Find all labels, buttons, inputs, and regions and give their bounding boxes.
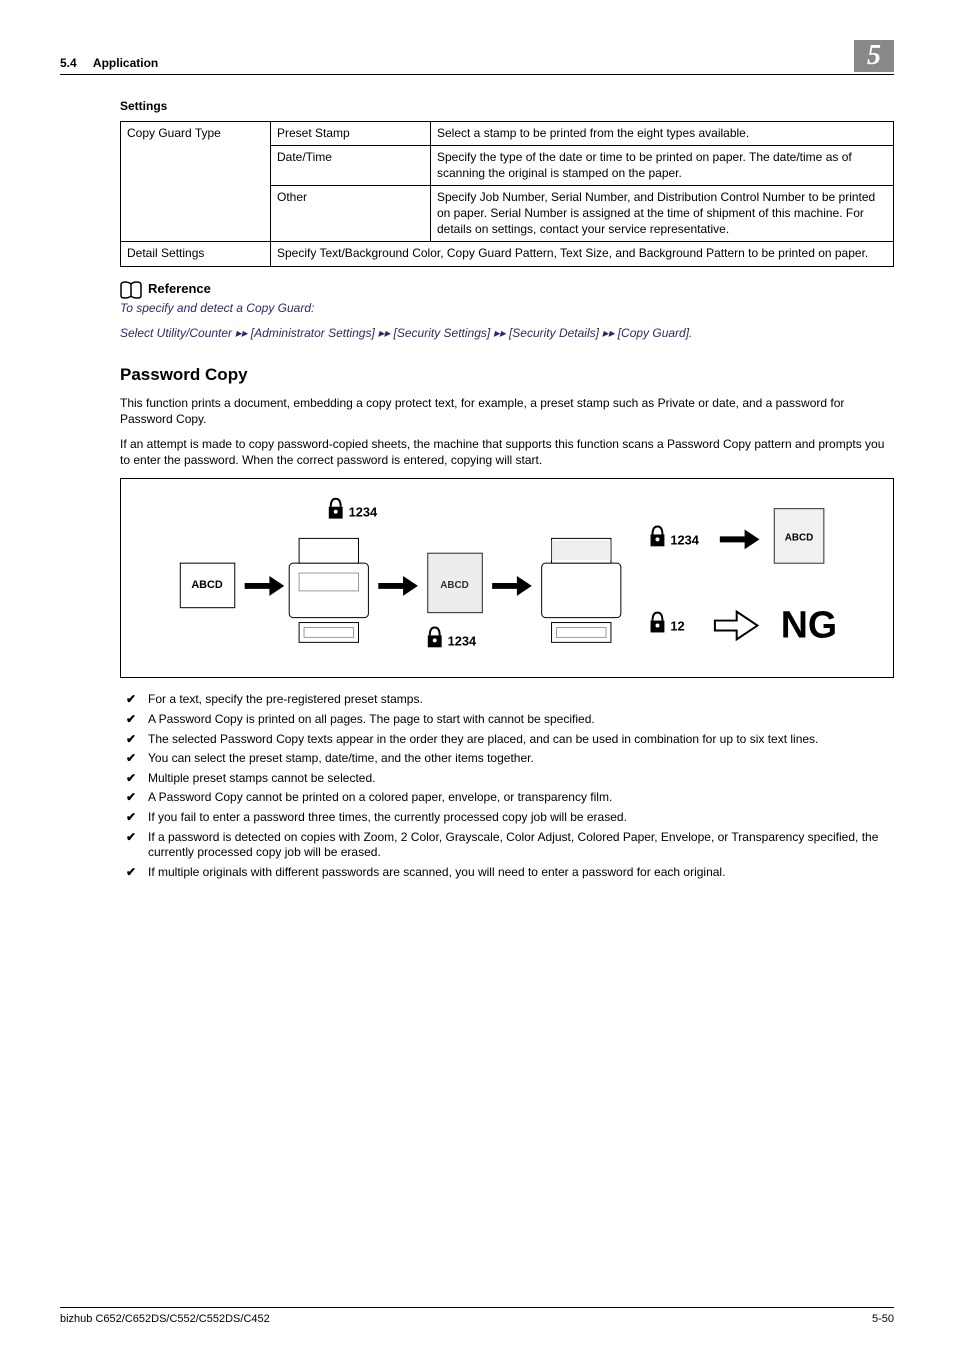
settings-table: Copy Guard Type Preset Stamp Select a st… [120, 121, 894, 267]
footer-page: 5-50 [872, 1312, 894, 1326]
cell-other-desc: Specify Job Number, Serial Number, and D… [431, 186, 894, 242]
diagram-label-abcd: ABCD [191, 579, 223, 591]
reference-line2: Select Utility/Counter ▸▸ [Administrator… [120, 326, 894, 342]
diagram-label-1234: 1234 [448, 634, 477, 649]
diagram-label-abcd: ABCD [440, 580, 469, 591]
cell-date-time: Date/Time [271, 146, 431, 186]
paragraph-1: This function prints a document, embeddi… [120, 396, 894, 427]
cell-date-time-desc: Specify the type of the date or time to … [431, 146, 894, 186]
page-header: 5.4 Application 5 [60, 40, 894, 75]
section-number: 5.4 [60, 56, 77, 70]
list-item: A Password Copy cannot be printed on a c… [120, 790, 894, 806]
table-row: Copy Guard Type Preset Stamp Select a st… [121, 121, 894, 146]
cell-preset-stamp: Preset Stamp [271, 121, 431, 146]
list-item: If you fail to enter a password three ti… [120, 810, 894, 826]
diagram-label-ng: NG [781, 604, 837, 646]
cell-preset-stamp-desc: Select a stamp to be printed from the ei… [431, 121, 894, 146]
list-item: You can select the preset stamp, date/ti… [120, 751, 894, 767]
list-item: A Password Copy is printed on all pages.… [120, 712, 894, 728]
reference-line1: To specify and detect a Copy Guard: [120, 301, 894, 317]
table-row: Detail Settings Specify Text/Background … [121, 242, 894, 267]
section-title: Application [93, 56, 158, 70]
list-item: For a text, specify the pre-registered p… [120, 692, 894, 708]
page-content: Settings Copy Guard Type Preset Stamp Se… [60, 99, 894, 880]
reference-label: Reference [148, 281, 211, 298]
cell-detail-settings: Detail Settings [121, 242, 271, 267]
section-title-password-copy: Password Copy [120, 364, 894, 386]
footer-model: bizhub C652/C652DS/C552/C552DS/C452 [60, 1312, 270, 1326]
diagram-label-1234: 1234 [349, 505, 378, 520]
list-item: The selected Password Copy texts appear … [120, 732, 894, 748]
reference-heading: Reference [120, 281, 894, 299]
cell-copy-guard-type: Copy Guard Type [121, 121, 271, 242]
paragraph-2: If an attempt is made to copy password-c… [120, 437, 894, 468]
diagram-label-12: 12 [670, 619, 684, 634]
settings-table-title: Settings [120, 99, 894, 115]
header-section: 5.4 Application [60, 56, 158, 72]
diagram-label-1234: 1234 [670, 533, 699, 548]
diagram-label-abcd: ABCD [785, 533, 814, 544]
list-item: If a password is detected on copies with… [120, 830, 894, 861]
page-footer: bizhub C652/C652DS/C552/C552DS/C452 5-50 [60, 1307, 894, 1326]
password-copy-diagram: ABCD 1234 ABCD [120, 478, 894, 678]
list-item: If multiple originals with different pas… [120, 865, 894, 881]
chapter-number: 5 [854, 40, 894, 72]
cell-detail-settings-desc: Specify Text/Background Color, Copy Guar… [271, 242, 894, 267]
list-item: Multiple preset stamps cannot be selecte… [120, 771, 894, 787]
reference-icon [120, 281, 142, 299]
cell-other: Other [271, 186, 431, 242]
bullet-list: For a text, specify the pre-registered p… [120, 692, 894, 880]
